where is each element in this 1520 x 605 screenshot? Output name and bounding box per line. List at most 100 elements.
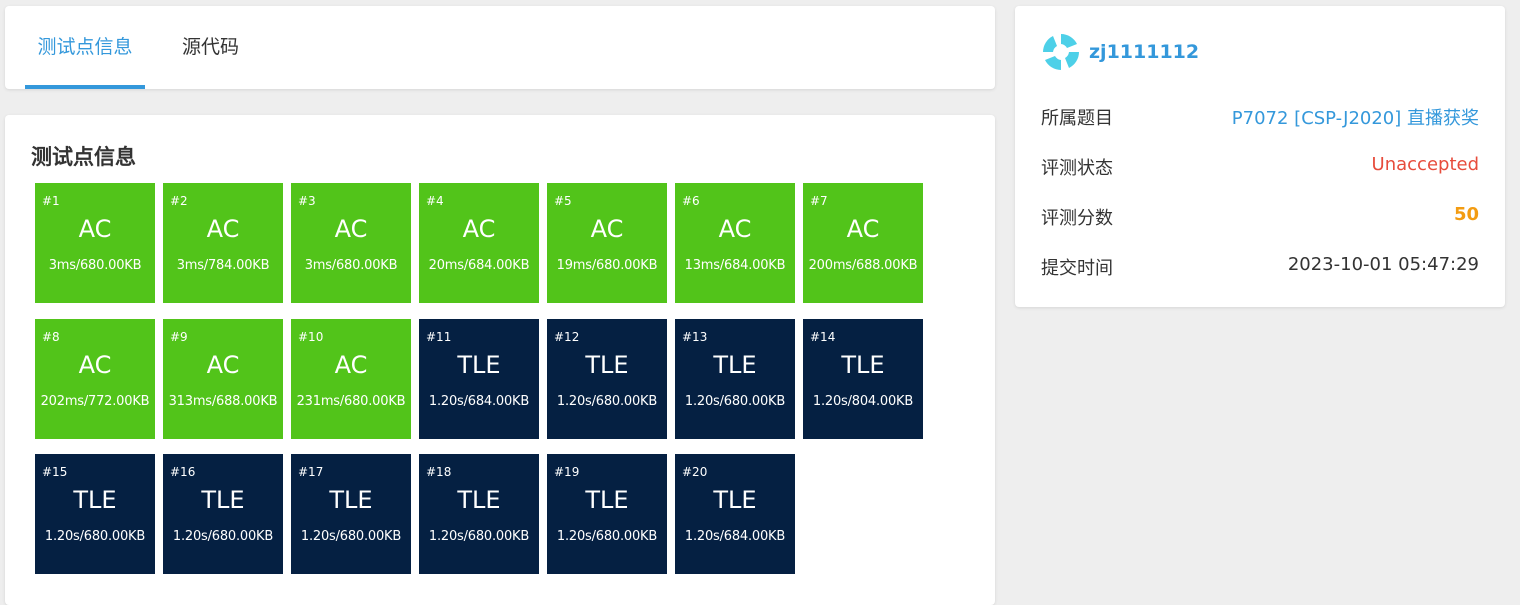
username-link[interactable]: zj1111112	[1089, 41, 1199, 63]
testcase-tile[interactable]: #20 TLE 1.20s/684.00KB	[675, 454, 795, 574]
problem-row: 所属题目 P7072 [CSP-J2020] 直播获奖	[1041, 104, 1479, 134]
testcase-tile[interactable]: #15 TLE 1.20s/680.00KB	[35, 454, 155, 574]
testcase-tile[interactable]: #9 AC 313ms/688.00KB	[163, 318, 283, 439]
testcase-tile[interactable]: #13 TLE 1.20s/680.00KB	[675, 318, 795, 439]
tab-source-code[interactable]: 源代码	[163, 6, 258, 89]
testcase-status: TLE	[585, 486, 629, 514]
testcase-panel: 测试点信息 #1 AC 3ms/680.00KB #2 AC 3ms/784.00KB #3…	[5, 115, 995, 605]
tabs-card: 测试点信息 源代码	[5, 6, 995, 89]
testcase-status: AC	[462, 215, 496, 243]
testcase-time-memory: 3ms/784.00KB	[176, 258, 270, 273]
testcase-id: #8	[42, 329, 60, 344]
testcase-id: #3	[298, 194, 316, 208]
testcase-time-memory: 1.20s/680.00KB	[428, 529, 530, 544]
problem-link[interactable]: P7072 [CSP-J2020] 直播获奖	[1232, 104, 1479, 130]
testcase-tile[interactable]: #10 AC 231ms/680.00KB	[291, 318, 411, 439]
testcase-status: TLE	[713, 486, 757, 514]
testcase-status: AC	[334, 350, 368, 379]
testcase-id: #2	[170, 194, 188, 208]
testcase-time-memory: 20ms/684.00KB	[428, 258, 530, 273]
submit-time-row: 提交时间 2023-10-01 05:47:29	[1041, 254, 1479, 284]
testcase-status: TLE	[585, 350, 629, 379]
user-avatar-icon[interactable]	[1041, 32, 1081, 72]
testcase-status: TLE	[457, 486, 501, 514]
testcase-tile[interactable]: #11 TLE 1.20s/684.00KB	[419, 318, 539, 439]
testcase-tile[interactable]: #7 AC 200ms/688.00KB	[803, 183, 923, 303]
testcase-time-memory: 1.20s/680.00KB	[684, 393, 786, 409]
testcase-time-memory: 1.20s/680.00KB	[172, 529, 274, 544]
testcase-time-memory: 1.20s/680.00KB	[44, 529, 146, 544]
section-title: 测试点信息	[31, 145, 136, 169]
testcase-tile[interactable]: #3 AC 3ms/680.00KB	[291, 183, 411, 303]
testcase-tile[interactable]: #6 AC 13ms/684.00KB	[675, 183, 795, 303]
testcase-status: TLE	[329, 486, 373, 514]
testcase-tile[interactable]: #2 AC 3ms/784.00KB	[163, 183, 283, 303]
testcase-status: TLE	[841, 350, 885, 379]
testcase-time-memory: 313ms/688.00KB	[168, 393, 278, 409]
testcase-id: #9	[170, 329, 188, 344]
testcase-id: #19	[554, 465, 580, 479]
testcase-status: AC	[334, 215, 368, 243]
status-value: Unaccepted	[1371, 154, 1479, 175]
testcase-status: AC	[846, 215, 880, 243]
testcase-status: AC	[718, 215, 752, 243]
testcase-id: #12	[554, 329, 580, 344]
testcase-id: #1	[42, 194, 60, 208]
testcase-tile[interactable]: #8 AC 202ms/772.00KB	[35, 318, 155, 439]
testcase-status: AC	[206, 215, 240, 243]
testcase-time-memory: 1.20s/680.00KB	[556, 393, 658, 409]
testcase-time-memory: 202ms/772.00KB	[40, 393, 150, 409]
testcase-id: #15	[42, 465, 68, 479]
testcase-tile[interactable]: #12 TLE 1.20s/680.00KB	[547, 318, 667, 439]
submission-info-card: zj1111112 所属题目 P7072 [CSP-J2020] 直播获奖 评测…	[1015, 6, 1505, 307]
testcase-time-memory: 1.20s/684.00KB	[684, 529, 786, 544]
score-value: 50	[1453, 204, 1479, 225]
status-label: 评测状态	[1041, 158, 1113, 179]
testcase-status: AC	[590, 215, 624, 243]
tab-test-info[interactable]: 测试点信息	[25, 6, 145, 89]
testcase-id: #4	[426, 194, 444, 208]
testcase-id: #16	[170, 465, 196, 479]
testcase-status: TLE	[457, 350, 501, 379]
testcase-tile[interactable]: #19 TLE 1.20s/680.00KB	[547, 454, 667, 574]
testcase-id: #13	[682, 329, 708, 344]
testcase-time-memory: 200ms/688.00KB	[808, 258, 918, 273]
testcase-time-memory: 13ms/684.00KB	[684, 258, 786, 273]
testcase-tile[interactable]: #1 AC 3ms/680.00KB	[35, 183, 155, 303]
testcase-tile[interactable]: #17 TLE 1.20s/680.00KB	[291, 454, 411, 574]
testcase-id: #5	[554, 194, 572, 208]
testcase-id: #20	[682, 465, 708, 479]
testcase-id: #14	[810, 329, 836, 344]
testcase-status: TLE	[73, 486, 117, 514]
testcase-tile[interactable]: #5 AC 19ms/680.00KB	[547, 183, 667, 303]
testcase-id: #10	[298, 329, 324, 344]
testcase-time-memory: 3ms/680.00KB	[48, 258, 142, 273]
testcase-tile[interactable]: #4 AC 20ms/684.00KB	[419, 183, 539, 303]
testcase-id: #11	[426, 329, 452, 344]
testcase-status: AC	[206, 350, 240, 379]
testcase-tile[interactable]: #18 TLE 1.20s/680.00KB	[419, 454, 539, 574]
score-label: 评测分数	[1041, 208, 1113, 229]
testcase-status: AC	[78, 350, 112, 379]
testcase-time-memory: 3ms/680.00KB	[304, 258, 398, 273]
submit-time-label: 提交时间	[1041, 258, 1113, 279]
testcase-time-memory: 1.20s/804.00KB	[812, 393, 914, 409]
testcase-tile[interactable]: #16 TLE 1.20s/680.00KB	[163, 454, 283, 574]
testcase-time-memory: 231ms/680.00KB	[296, 393, 406, 409]
testcase-time-memory: 1.20s/684.00KB	[428, 393, 530, 409]
problem-label: 所属题目	[1041, 108, 1113, 129]
testcase-id: #18	[426, 465, 452, 479]
testcase-time-memory: 1.20s/680.00KB	[556, 529, 658, 544]
testcase-status: AC	[78, 215, 112, 243]
testcase-time-memory: 1.20s/680.00KB	[300, 529, 402, 544]
testcase-id: #6	[682, 194, 700, 208]
submit-time-value: 2023-10-01 05:47:29	[1287, 254, 1479, 275]
testcase-status: TLE	[201, 486, 245, 514]
testcase-tile[interactable]: #14 TLE 1.20s/804.00KB	[803, 318, 923, 439]
score-row: 评测分数 50	[1041, 204, 1479, 234]
testcase-time-memory: 19ms/680.00KB	[556, 258, 658, 273]
testcase-id: #17	[298, 465, 324, 479]
testcase-id: #7	[810, 194, 828, 208]
status-row: 评测状态 Unaccepted	[1041, 154, 1479, 184]
testcase-status: TLE	[713, 350, 757, 379]
